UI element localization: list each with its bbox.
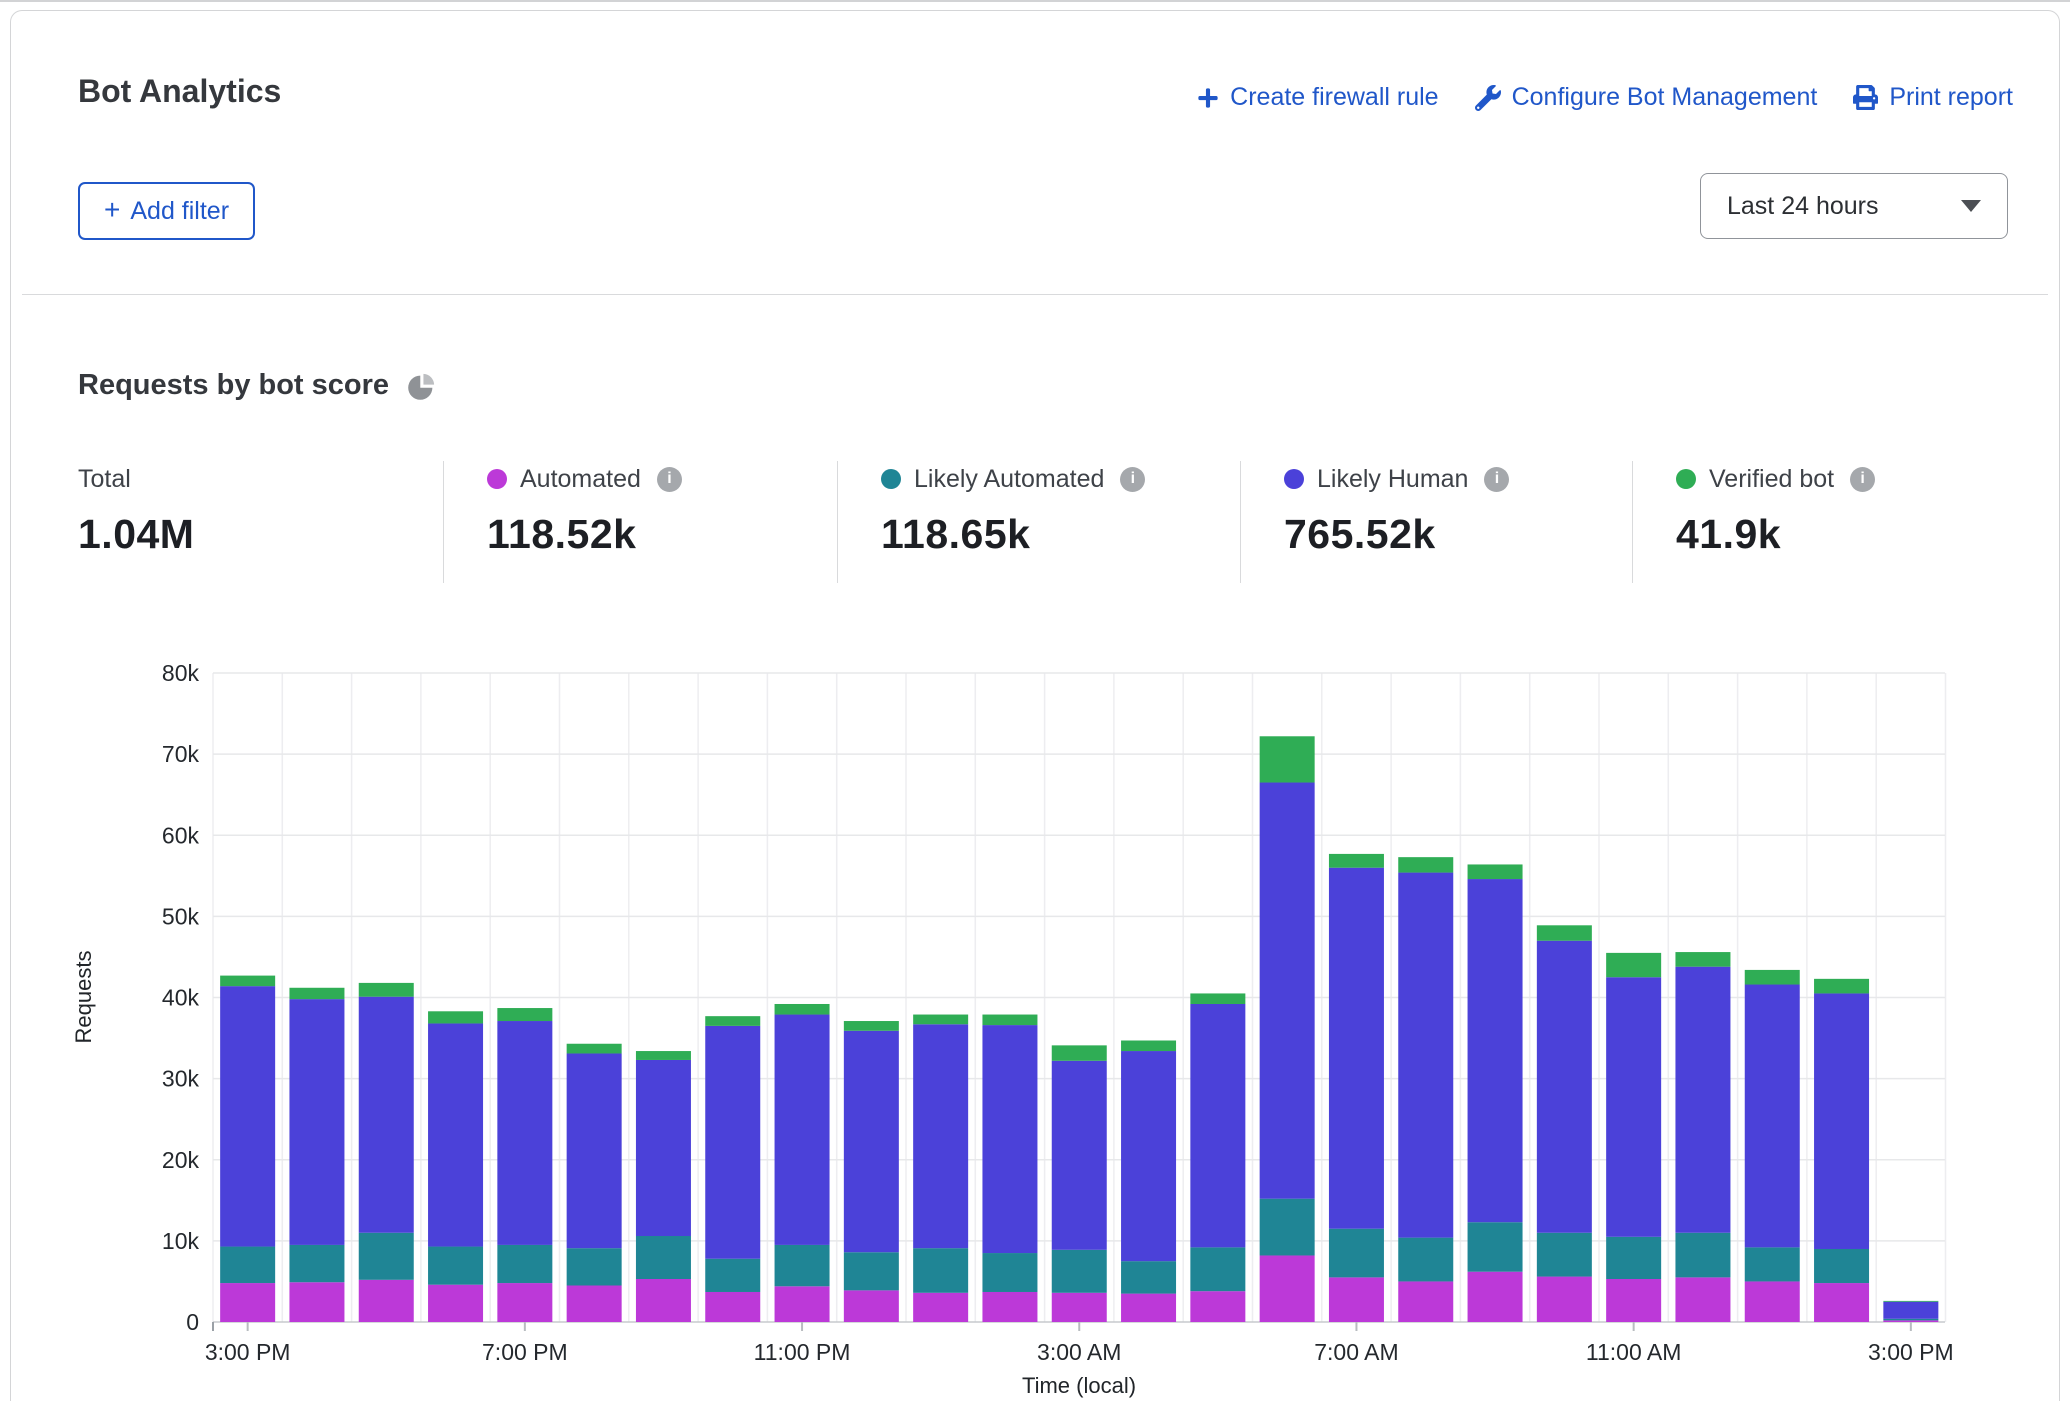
likely-automated-legend-dot: [881, 469, 901, 489]
stat-divider: [837, 461, 838, 583]
stat-value: 765.52k: [1284, 511, 1509, 558]
svg-text:3:00 AM: 3:00 AM: [1037, 1339, 1121, 1365]
svg-text:11:00 AM: 11:00 AM: [1586, 1339, 1681, 1365]
time-range-value: Last 24 hours: [1727, 192, 1879, 221]
stat-verified-bot: Verified bot i 41.9k: [1676, 464, 1875, 558]
svg-text:0: 0: [186, 1309, 199, 1335]
create-firewall-rule-link[interactable]: Create firewall rule: [1197, 83, 1438, 112]
section-title-text: Requests by bot score: [78, 369, 389, 402]
likely-human-legend-dot: [1284, 469, 1304, 489]
stat-value: 1.04M: [78, 511, 194, 558]
plus-icon: +: [104, 196, 120, 224]
svg-text:50k: 50k: [162, 903, 200, 929]
stat-total: Total 1.04M: [78, 464, 194, 558]
info-icon[interactable]: i: [1850, 467, 1875, 492]
stat-value: 118.52k: [487, 511, 682, 558]
stat-automated: Automated i 118.52k: [487, 464, 682, 558]
svg-text:7:00 AM: 7:00 AM: [1314, 1339, 1398, 1365]
printer-icon: [1853, 85, 1878, 110]
stat-divider: [1240, 461, 1241, 583]
wrench-icon: [1475, 85, 1501, 111]
svg-text:Time (local): Time (local): [1022, 1373, 1136, 1398]
plus-icon: [1197, 87, 1219, 109]
stat-label: Automated: [520, 465, 641, 494]
info-icon[interactable]: i: [657, 467, 682, 492]
svg-text:Requests: Requests: [71, 951, 96, 1044]
stat-label: Likely Automated: [914, 465, 1104, 494]
svg-text:30k: 30k: [162, 1066, 200, 1092]
bot-score-chart[interactable]: 0 10k 20k 30k 40k 50k 60k 70k 80k 3:00 PM 7:00 PM 1…: [11, 631, 2070, 1405]
svg-text:70k: 70k: [162, 741, 200, 767]
chevron-down-icon: [1961, 200, 1981, 212]
stat-likely-automated: Likely Automated i 118.65k: [881, 464, 1145, 558]
stat-label: Verified bot: [1709, 465, 1834, 494]
stat-divider: [1632, 461, 1633, 583]
svg-text:11:00 PM: 11:00 PM: [754, 1339, 851, 1365]
svg-text:20k: 20k: [162, 1147, 200, 1173]
page-top-divider: [0, 0, 2070, 2]
stat-label: Likely Human: [1317, 465, 1468, 494]
svg-text:40k: 40k: [162, 985, 200, 1011]
stat-value: 41.9k: [1676, 511, 1875, 558]
print-report-label: Print report: [1889, 83, 2013, 112]
pie-chart-icon: [407, 372, 436, 401]
section-title: Requests by bot score: [78, 369, 436, 402]
stat-divider: [443, 461, 444, 583]
svg-text:7:00 PM: 7:00 PM: [482, 1339, 568, 1365]
configure-bot-management-label: Configure Bot Management: [1512, 83, 1818, 112]
page-title: Bot Analytics: [78, 73, 281, 110]
bot-analytics-card: Bot Analytics Create firewall rule Confi…: [10, 10, 2060, 1401]
verified-bot-legend-dot: [1676, 469, 1696, 489]
info-icon[interactable]: i: [1484, 467, 1509, 492]
stats-row: Total 1.04M Automated i 118.52k Likely A…: [11, 456, 2059, 596]
svg-text:3:00 PM: 3:00 PM: [1868, 1339, 1954, 1365]
stat-likely-human: Likely Human i 765.52k: [1284, 464, 1509, 558]
add-filter-label: Add filter: [130, 197, 229, 226]
stat-label: Total: [78, 465, 131, 494]
svg-text:3:00 PM: 3:00 PM: [205, 1339, 291, 1365]
header-actions: Create firewall rule Configure Bot Manag…: [1197, 83, 2013, 112]
automated-legend-dot: [487, 469, 507, 489]
info-icon[interactable]: i: [1120, 467, 1145, 492]
print-report-link[interactable]: Print report: [1853, 83, 2013, 112]
svg-text:80k: 80k: [162, 660, 200, 686]
create-firewall-rule-label: Create firewall rule: [1230, 83, 1438, 112]
time-range-dropdown[interactable]: Last 24 hours: [1700, 173, 2008, 239]
add-filter-button[interactable]: + Add filter: [78, 182, 255, 240]
stat-value: 118.65k: [881, 511, 1145, 558]
header-divider: [22, 294, 2048, 295]
configure-bot-management-link[interactable]: Configure Bot Management: [1475, 83, 1818, 112]
svg-text:60k: 60k: [162, 822, 200, 848]
svg-text:10k: 10k: [162, 1228, 200, 1254]
